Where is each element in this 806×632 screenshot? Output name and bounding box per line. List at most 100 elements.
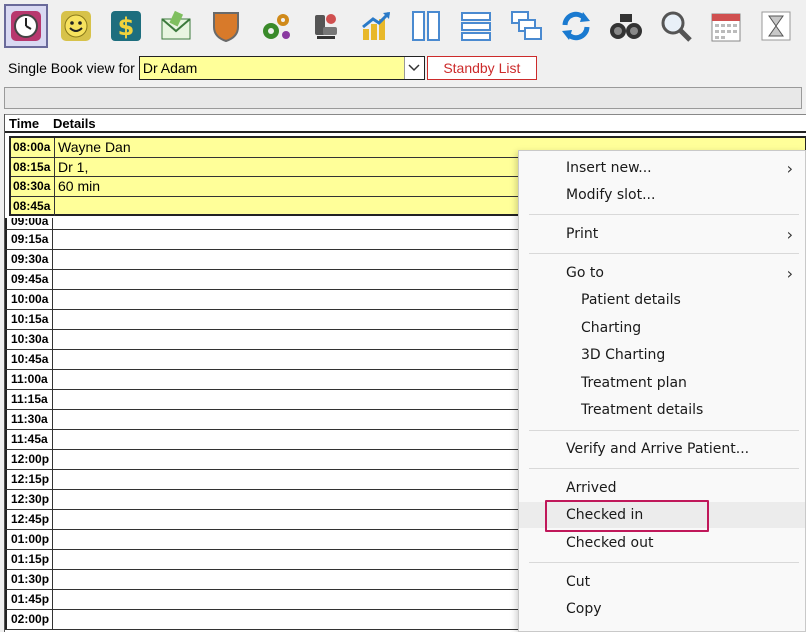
appointment-patient: Wayne Dan — [58, 139, 131, 155]
menu-item-label: Treatment details — [581, 402, 704, 418]
slot-time: 09:15a — [5, 230, 53, 249]
slot-time: 01:45p — [5, 590, 53, 609]
details-column-header: Details — [53, 115, 96, 131]
mail-button[interactable] — [154, 4, 198, 48]
menu-item-label: Checked out — [566, 535, 654, 551]
rows-icon — [459, 9, 493, 43]
cascade-button[interactable] — [504, 4, 548, 48]
menu-separator — [529, 214, 799, 215]
reports-button[interactable] — [354, 4, 398, 48]
chevron-right-icon: › — [786, 158, 793, 178]
slot-time: 08:45a — [11, 196, 55, 216]
waiting-button[interactable] — [754, 4, 798, 48]
slot-time: 12:15p — [5, 470, 53, 489]
doctor-select-value: Dr Adam — [142, 60, 198, 76]
patients-button[interactable] — [54, 4, 98, 48]
menu-item-go-to[interactable]: Go to › — [519, 260, 805, 286]
mail-icon — [159, 9, 193, 43]
slot-time: 01:30p — [5, 570, 53, 589]
menu-item-label: Insert new... — [566, 160, 652, 176]
main-toolbar: $ — [0, 0, 806, 52]
appointments-clock-icon — [9, 9, 43, 43]
context-menu: Insert new... › Modify slot... Print › G… — [518, 150, 806, 632]
slot-time: 08:15a — [11, 157, 55, 176]
menu-item-label: Charting — [581, 320, 642, 336]
menu-separator — [529, 430, 799, 431]
dental-chair-icon — [309, 9, 343, 43]
menu-item-label: Go to — [566, 265, 604, 281]
menu-item-treatment-details[interactable]: Treatment details — [519, 397, 805, 423]
menu-item-cut[interactable]: Cut — [519, 569, 805, 595]
grid-header: Time Details — [5, 114, 806, 133]
slot-time: 12:30p — [5, 490, 53, 509]
slot-time: 08:00a — [11, 138, 55, 157]
columns-view-button[interactable] — [404, 4, 448, 48]
menu-separator — [529, 468, 799, 469]
slot-time: 11:30a — [5, 410, 53, 429]
menu-item-patient-details[interactable]: Patient details — [519, 287, 805, 313]
menu-item-print[interactable]: Print › — [519, 221, 805, 247]
security-button[interactable] — [204, 4, 248, 48]
magnifier-icon — [659, 9, 693, 43]
slot-time: 08:30a — [11, 177, 55, 196]
menu-item-label: Copy — [566, 601, 602, 617]
refresh-icon — [559, 9, 593, 43]
growth-chart-icon — [359, 9, 393, 43]
slot-time: 10:00a — [5, 290, 53, 309]
menu-item-label: Verify and Arrive Patient... — [566, 441, 750, 457]
menu-item-arrived[interactable]: Arrived — [519, 475, 805, 501]
smiley-icon — [59, 9, 93, 43]
appointments-button[interactable] — [4, 4, 48, 48]
menu-item-copy[interactable]: Copy — [519, 596, 805, 622]
menu-item-3d-charting[interactable]: 3D Charting — [519, 342, 805, 368]
shield-icon — [209, 9, 243, 43]
appointment-detail — [55, 197, 58, 217]
menu-item-label: Print — [566, 226, 599, 242]
view-label: Single Book view for — [8, 60, 135, 76]
rows-view-button[interactable] — [454, 4, 498, 48]
doctor-select[interactable]: Dr Adam — [138, 56, 425, 80]
search-button[interactable] — [654, 4, 698, 48]
clinical-button[interactable] — [304, 4, 348, 48]
calendar-icon — [709, 9, 743, 43]
menu-item-label: 3D Charting — [581, 347, 666, 363]
menu-item-modify-slot[interactable]: Modify slot... — [519, 182, 805, 208]
windows-icon — [509, 9, 543, 43]
svg-text:$: $ — [118, 13, 135, 41]
slot-time: 09:45a — [5, 270, 53, 289]
menu-item-charting[interactable]: Charting — [519, 315, 805, 341]
refresh-button[interactable] — [554, 4, 598, 48]
menu-item-checked-out[interactable]: Checked out — [519, 530, 805, 556]
slot-time: 01:15p — [5, 550, 53, 569]
chevron-down-icon[interactable] — [403, 57, 424, 79]
two-columns-icon — [409, 9, 443, 43]
gears-icon — [259, 9, 293, 43]
chevron-right-icon: › — [786, 224, 793, 244]
menu-item-insert-new[interactable]: Insert new... › — [519, 155, 805, 181]
setup-button[interactable] — [254, 4, 298, 48]
slot-time: 09:30a — [5, 250, 53, 269]
menu-item-treatment-plan[interactable]: Treatment plan — [519, 370, 805, 396]
slot-time: 10:45a — [5, 350, 53, 369]
find-button[interactable] — [604, 4, 648, 48]
dollar-icon: $ — [109, 9, 143, 43]
slot-time: 10:15a — [5, 310, 53, 329]
standby-list-button[interactable]: Standby List — [426, 56, 537, 80]
slot-time: 11:45a — [5, 430, 53, 449]
menu-item-label: Treatment plan — [581, 375, 687, 391]
slot-time: 12:00p — [5, 450, 53, 469]
appointment-duration: 60 min — [58, 178, 101, 194]
slot-time: 11:00a — [5, 370, 53, 389]
highlight-box — [545, 500, 709, 532]
slot-time: 11:15a — [5, 390, 53, 409]
slot-time: 02:00p — [5, 610, 53, 629]
menu-item-label: Cut — [566, 574, 591, 590]
menu-separator — [529, 253, 799, 254]
slot-time: 10:30a — [5, 330, 53, 349]
calendar-button[interactable] — [704, 4, 748, 48]
billing-button[interactable]: $ — [104, 4, 148, 48]
book-view-bar: Single Book view for Dr Adam Standby Lis… — [0, 55, 806, 81]
menu-item-verify-arrive[interactable]: Verify and Arrive Patient... — [519, 436, 805, 462]
menu-item-label: Arrived — [566, 480, 617, 496]
time-column-header: Time — [9, 115, 40, 131]
